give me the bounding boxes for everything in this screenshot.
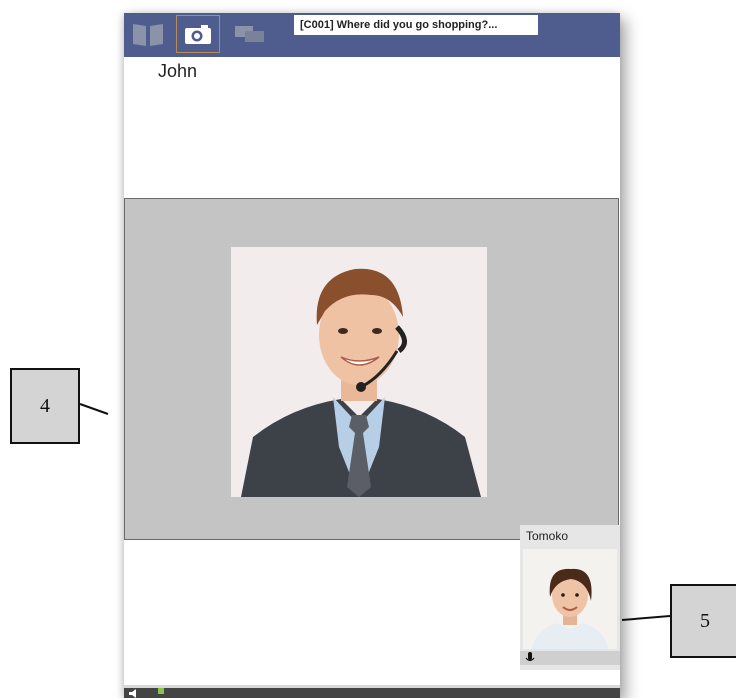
textbook-button[interactable] bbox=[128, 15, 168, 53]
app-window: [C001] Where did you go shopping?... Joh… bbox=[124, 13, 620, 698]
speaker-icon bbox=[129, 689, 136, 698]
caller-portrait bbox=[231, 247, 487, 497]
callout-5-label: 5 bbox=[700, 609, 710, 632]
status-bar bbox=[124, 685, 620, 698]
status-bar-inner bbox=[124, 688, 620, 698]
main-video-area bbox=[124, 198, 619, 540]
callout-5-line bbox=[621, 615, 671, 621]
pip-audio-bar bbox=[520, 651, 620, 665]
callout-4: 4 bbox=[10, 368, 80, 444]
chat-icon bbox=[235, 26, 264, 42]
callout-5: 5 bbox=[670, 584, 736, 658]
book-icon bbox=[133, 24, 163, 46]
self-video bbox=[523, 549, 617, 649]
video-button[interactable] bbox=[176, 15, 220, 53]
session-title: [C001] Where did you go shopping?... bbox=[294, 15, 538, 35]
chat-button[interactable] bbox=[230, 15, 270, 53]
callout-4-line bbox=[79, 403, 109, 415]
self-portrait bbox=[523, 549, 617, 649]
camera-icon bbox=[185, 25, 211, 44]
volume-level bbox=[158, 688, 164, 694]
self-video-pip: Tomoko bbox=[520, 525, 620, 670]
caller-video bbox=[231, 247, 487, 497]
pip-name: Tomoko bbox=[526, 529, 569, 543]
toolbar: [C001] Where did you go shopping?... bbox=[124, 13, 620, 57]
microphone-icon bbox=[525, 652, 535, 662]
caller-name: John bbox=[158, 61, 198, 81]
callout-4-label: 4 bbox=[40, 394, 50, 417]
